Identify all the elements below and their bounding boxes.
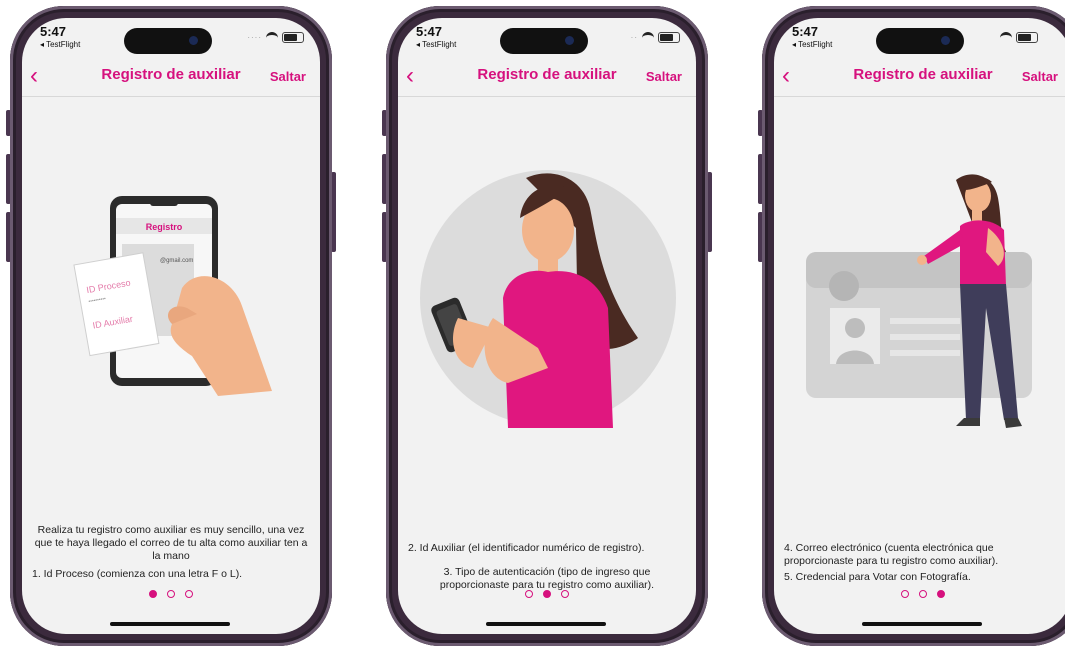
page-indicator [774, 590, 1065, 598]
page-dot-2[interactable] [167, 590, 175, 598]
screen: 5:47 ◂ TestFlight ···· ‹ Registro de aux… [22, 18, 320, 634]
step-4-text: 4. Correo electrónico (cuenta electrónic… [784, 542, 999, 567]
skip-button[interactable]: Saltar [646, 69, 682, 84]
illustration-woman-phone [420, 170, 676, 428]
step-2-text: 2. Id Auxiliar (el identificador numéric… [408, 542, 645, 554]
screen: 5:47 ◂ TestFlight ‹ Registro de auxiliar… [774, 18, 1065, 634]
nav-bar: ‹ Registro de auxiliar Saltar [398, 56, 696, 97]
illustration-phone-card: Registro @gmail.com ID Proceso •••••••••… [73, 196, 272, 396]
page-dot-2[interactable] [543, 590, 551, 598]
page-dot-3[interactable] [561, 590, 569, 598]
nav-bar: ‹ Registro de auxiliar Saltar [22, 56, 320, 97]
status-time: 5:47 [416, 24, 443, 39]
status-time: 5:47 [792, 24, 819, 39]
battery-icon [282, 32, 304, 43]
step-5-text: 5. Credencial para Votar con Fotografía. [784, 571, 971, 583]
page-indicator [398, 590, 696, 598]
battery-icon [658, 32, 680, 43]
phone-1: 5:47 ◂ TestFlight ···· ‹ Registro de aux… [6, 6, 336, 646]
dynamic-island [124, 28, 212, 54]
page-dot-1[interactable] [901, 590, 909, 598]
page-dot-3[interactable] [937, 590, 945, 598]
page-indicator [22, 590, 320, 598]
back-to-app-link[interactable]: ◂ TestFlight [416, 40, 456, 49]
status-icons [1000, 32, 1038, 43]
registro-heading: Registro [146, 222, 183, 232]
dynamic-island [500, 28, 588, 54]
email-fragment: @gmail.com [160, 258, 193, 264]
page-dot-1[interactable] [149, 590, 157, 598]
step-3-text: 3. Tipo de autenticación (tipo de ingres… [439, 566, 655, 591]
wifi-icon [642, 32, 654, 43]
skip-button[interactable]: Saltar [1022, 69, 1058, 84]
step-1-text: 1. Id Proceso (comienza con una letra F … [32, 568, 243, 580]
home-indicator[interactable] [110, 622, 230, 626]
signal-icon: ·· [630, 33, 638, 42]
illustration-woman-id-card [806, 174, 1032, 428]
phone-3: 5:47 ◂ TestFlight ‹ Registro de auxiliar… [758, 6, 1065, 646]
status-icons: ·· [631, 32, 680, 43]
battery-icon [1016, 32, 1038, 43]
phone-2: 5:47 ◂ TestFlight ·· ‹ Registro de auxil… [382, 6, 712, 646]
home-indicator[interactable] [862, 622, 982, 626]
dynamic-island [876, 28, 964, 54]
nav-bar: ‹ Registro de auxiliar Saltar [774, 56, 1065, 97]
intro-paragraph: Realiza tu registro como auxiliar es muy… [34, 524, 308, 562]
signal-icon: ···· [247, 33, 262, 42]
page-dot-3[interactable] [185, 590, 193, 598]
page-dot-1[interactable] [525, 590, 533, 598]
page-dot-2[interactable] [919, 590, 927, 598]
screen: 5:47 ◂ TestFlight ·· ‹ Registro de auxil… [398, 18, 696, 634]
back-to-app-link[interactable]: ◂ TestFlight [40, 40, 80, 49]
wifi-icon [1000, 32, 1012, 43]
status-time: 5:47 [40, 24, 67, 39]
home-indicator[interactable] [486, 622, 606, 626]
skip-button[interactable]: Saltar [270, 69, 306, 84]
wifi-icon [266, 32, 278, 43]
status-icons: ···· [247, 32, 304, 43]
back-to-app-link[interactable]: ◂ TestFlight [792, 40, 832, 49]
